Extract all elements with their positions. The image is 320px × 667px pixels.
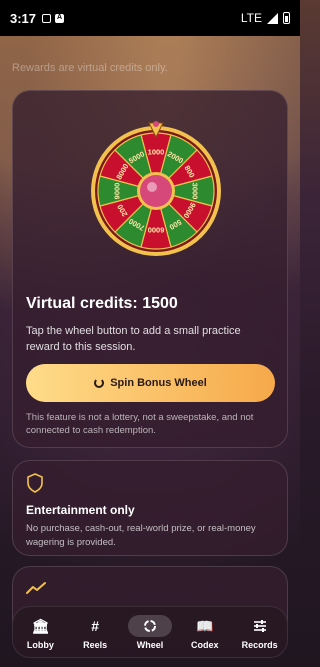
shield-icon	[27, 473, 43, 493]
nav-label: Codex	[191, 639, 219, 650]
wheel-icon	[127, 614, 172, 637]
network-label: LTE	[240, 11, 262, 25]
nav-label: Wheel	[136, 639, 164, 650]
bottom-nav: 🏛 Lobby # Reels Wheel 📖 Codex Records	[12, 606, 288, 658]
nav-item-reels[interactable]: # Reels	[68, 607, 123, 657]
wheel-card: 1000 2000 800 3000 9000 500 6000 7000 200 9000 800…	[12, 90, 288, 448]
wheel-hub	[140, 175, 172, 207]
bank-icon: 🏛	[31, 617, 50, 634]
wheel-segment-label: 1000	[148, 148, 165, 157]
entertainment-card: Entertainment only No purchase, cash-out…	[12, 460, 288, 556]
wheel-segment-label: 9000	[113, 183, 122, 200]
disclaimer-text: This feature is not a lottery, not a swe…	[26, 412, 254, 436]
status-bar: 3:17 A LTE	[0, 0, 300, 36]
battery-icon	[283, 12, 290, 24]
signal-icon	[267, 12, 278, 24]
entertainment-title: Entertainment only	[26, 503, 135, 517]
rewards-note: Rewards are virtual credits only.	[12, 62, 168, 74]
credits-label: Virtual credits: 1500	[26, 295, 178, 312]
nav-label: Reels	[83, 639, 108, 650]
nav-item-wheel[interactable]: Wheel	[123, 607, 178, 657]
wheel-pointer-gem	[153, 121, 159, 127]
nav-item-codex[interactable]: 📖 Codex	[177, 607, 232, 657]
nav-item-records[interactable]: Records	[232, 607, 287, 657]
trending-icon	[26, 582, 46, 594]
book-icon: 📖	[196, 617, 214, 634]
wheel-segment-label: 6000	[148, 225, 165, 234]
entertainment-text: No purchase, cash-out, real-world prize,…	[26, 523, 256, 548]
spin-icon	[94, 378, 105, 388]
spin-label: Spin Bonus Wheel	[110, 377, 207, 389]
notification-icon	[42, 13, 52, 23]
wheel-graphic: 1000 200080030009000500600070002009000800…	[91, 121, 221, 256]
wheel-segment-label: 3000	[190, 183, 199, 200]
wheel-hub-shine	[147, 182, 157, 192]
bonus-wheel[interactable]: 1000 2000 800 3000 9000 500 6000 7000 200 9000 800…	[86, 111, 226, 261]
app-notification-icon: A	[55, 13, 65, 23]
spin-button[interactable]: Spin Bonus Wheel	[26, 364, 275, 402]
hash-icon: #	[91, 617, 100, 634]
sliders-icon	[238, 615, 282, 637]
clock: 3:17	[10, 10, 37, 26]
nav-item-lobby[interactable]: 🏛 Lobby	[13, 607, 68, 657]
nav-label: Lobby	[26, 639, 54, 650]
wheel-description: Tap the wheel button to add a small prac…	[26, 325, 241, 353]
nav-label: Records	[241, 639, 278, 650]
